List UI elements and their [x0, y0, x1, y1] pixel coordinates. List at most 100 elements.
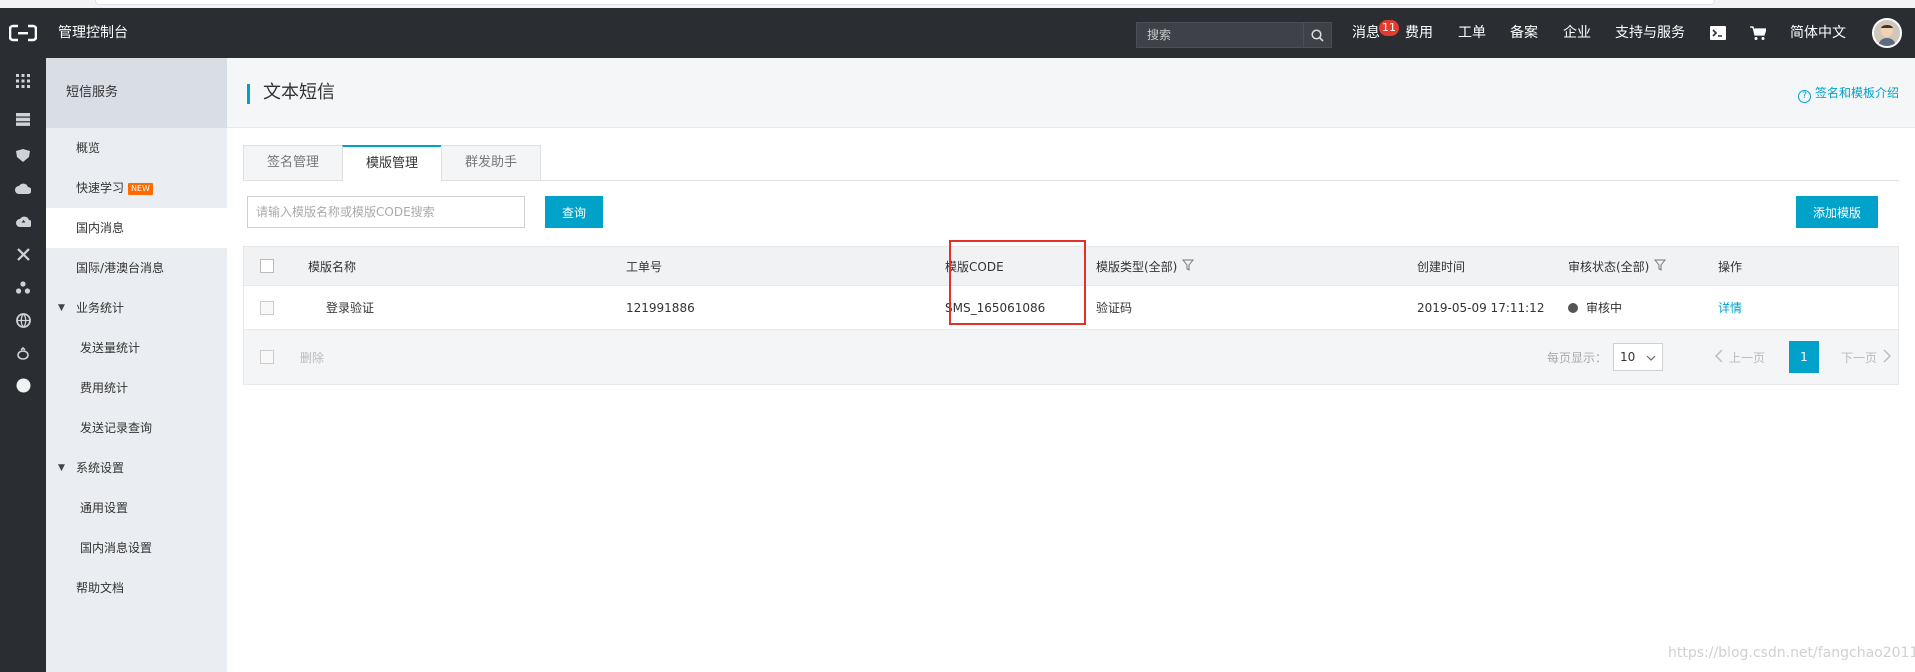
page-size-control: 每页显示： 10 [1547, 330, 1664, 384]
page-size-select[interactable]: 10 [1613, 343, 1664, 371]
col-review-status[interactable]: 审核状态(全部) [1568, 247, 1667, 285]
cloud-upload-icon[interactable] [14, 212, 32, 230]
filter-icon[interactable] [1654, 259, 1667, 274]
help-link[interactable]: ? 签名和模板介绍 [1797, 58, 1899, 128]
tab-bar: 签名管理 模版管理 群发助手 [243, 145, 1899, 182]
sidebar-item-label: 快速学习 [76, 181, 125, 195]
title-accent [247, 84, 250, 104]
sidebar-item-international[interactable]: 国际/港澳台消息 [46, 248, 227, 288]
sidebar-item-help-docs[interactable]: 帮助文档 [46, 568, 227, 608]
prev-page-button[interactable]: 上一页 [1715, 330, 1765, 384]
table-footer: 删除 每页显示： 10 上一页 1 下一页 [243, 330, 1899, 385]
chevron-down-icon [1646, 350, 1656, 364]
details-link[interactable]: 详情 [1718, 286, 1742, 329]
footer-checkbox-cell[interactable] [260, 330, 274, 384]
template-search-input[interactable] [247, 196, 525, 228]
browser-bar [95, 0, 1715, 5]
nav-messages[interactable]: 消息 11 [1352, 8, 1399, 58]
page-header: 文本短信 ? 签名和模板介绍 [227, 58, 1915, 128]
sidebar-item-overview[interactable]: 概览 [46, 128, 227, 168]
tab-signature[interactable]: 签名管理 [243, 145, 343, 181]
main-content: 文本短信 ?签名和模板介绍 签名管理 模版管理 群发助手 查询 添加模版 模版名… [227, 58, 1915, 672]
cell-created-time: 2019-05-09 17:11:12 [1417, 300, 1545, 315]
page-size-label: 每页显示： [1547, 350, 1608, 365]
browser-strip [0, 0, 1915, 8]
nav-messages-label: 消息 [1352, 25, 1380, 41]
col-created-time: 创建时间 [1417, 259, 1466, 274]
sidebar-item-cost-stats[interactable]: 费用统计 [46, 368, 227, 408]
checkbox[interactable] [260, 350, 274, 364]
col-template-type-label: 模版类型(全部) [1096, 259, 1178, 274]
caret-down-icon: ▼ [58, 463, 65, 473]
page-number[interactable]: 1 [1789, 341, 1819, 373]
sidebar-group-label: 系统设置 [76, 461, 125, 475]
console-title[interactable]: 管理控制台 [58, 8, 128, 58]
question-icon: ? [1797, 90, 1811, 103]
sidebar-group-label: 业务统计 [76, 301, 125, 315]
cell-template-type: 验证码 [1096, 301, 1133, 315]
chevron-right-icon [1883, 349, 1892, 366]
col-ticket-number: 工单号 [626, 259, 663, 274]
global-search [1136, 22, 1332, 48]
sidebar-item-quickstart[interactable]: 快速学习 NEW [46, 168, 227, 208]
sidebar-item-domestic-settings[interactable]: 国内消息设置 [46, 528, 227, 568]
sidebar-item-domestic[interactable]: 国内消息 [46, 208, 227, 248]
page-title: 文本短信 [263, 82, 335, 103]
checkbox[interactable] [260, 259, 274, 273]
cell-ticket-number: 121991886 [626, 300, 695, 315]
delete-button[interactable]: 删除 [300, 330, 324, 384]
fish-icon[interactable] [14, 344, 32, 362]
prev-page-label: 上一页 [1729, 350, 1766, 365]
server-icon[interactable] [14, 110, 32, 128]
checkbox[interactable] [260, 300, 274, 315]
user-avatar[interactable] [1872, 18, 1902, 48]
aliyun-logo-icon[interactable] [0, 8, 46, 58]
cart-icon[interactable] [1750, 8, 1766, 58]
filter-icon[interactable] [1182, 259, 1195, 274]
sidebar-item-send-records[interactable]: 发送记录查询 [46, 408, 227, 448]
tab-bulk-send[interactable]: 群发助手 [441, 145, 541, 181]
col-template-name: 模版名称 [308, 259, 357, 274]
next-page-button[interactable]: 下一页 [1841, 330, 1892, 384]
cloud-icon[interactable] [14, 179, 32, 197]
chevron-left-icon [1715, 349, 1723, 366]
apps-grid-icon[interactable] [14, 72, 32, 90]
global-search-input[interactable] [1137, 23, 1303, 47]
col-actions: 操作 [1718, 259, 1743, 274]
nav-icp[interactable]: 备案 [1510, 8, 1538, 58]
watermark: https://blog.csdn.net/fangchao2011 [1668, 645, 1915, 661]
caret-down-icon: ▼ [58, 303, 65, 313]
search-icon[interactable] [1303, 23, 1331, 47]
sidebar-item-general-settings[interactable]: 通用设置 [46, 488, 227, 528]
circle-icon[interactable] [14, 376, 32, 394]
next-page-label: 下一页 [1841, 350, 1878, 365]
language-switch[interactable]: 简体中文 [1790, 8, 1846, 58]
terminal-icon[interactable] [1710, 8, 1726, 58]
sidebar-group-settings[interactable]: ▼ 系统设置 [46, 448, 227, 488]
nav-fees[interactable]: 费用 [1405, 8, 1433, 58]
highlight-annotation [949, 240, 1086, 325]
nodes-icon[interactable] [14, 278, 32, 296]
nav-tickets[interactable]: 工单 [1458, 8, 1486, 58]
status-dot-icon [1568, 302, 1578, 313]
nav-support[interactable]: 支持与服务 [1615, 8, 1685, 58]
sidebar-item-send-volume[interactable]: 发送量统计 [46, 328, 227, 368]
shield-icon[interactable] [14, 146, 32, 164]
query-button[interactable]: 查询 [545, 196, 603, 228]
nav-enterprise[interactable]: 企业 [1563, 8, 1591, 58]
page-number-current[interactable]: 1 [1789, 330, 1819, 384]
status-label: 审核中 [1586, 301, 1623, 315]
top-navbar: 管理控制台 消息 11 费用 工单 备案 企业 支持与服务 简体中文 [0, 8, 1915, 58]
help-link-label: 签名和模板介绍 [1814, 86, 1899, 100]
sidebar-header: 短信服务 [46, 58, 227, 128]
cross-arrows-icon[interactable] [14, 245, 32, 263]
select-all-checkbox[interactable] [260, 247, 274, 285]
sidebar-group-statistics[interactable]: ▼ 业务统计 [46, 288, 227, 328]
add-template-button[interactable]: 添加模版 [1796, 196, 1878, 228]
messages-badge: 11 [1379, 20, 1399, 36]
sms-sidebar: 短信服务 概览 快速学习 NEW 国内消息 国际/港澳台消息 ▼ 业务统计 发送量统… [46, 58, 227, 672]
col-template-type[interactable]: 模版类型(全部) [1096, 247, 1195, 285]
tab-template[interactable]: 模版管理 [342, 145, 442, 182]
globe-icon[interactable] [14, 311, 32, 329]
row-checkbox-cell[interactable] [260, 286, 274, 329]
